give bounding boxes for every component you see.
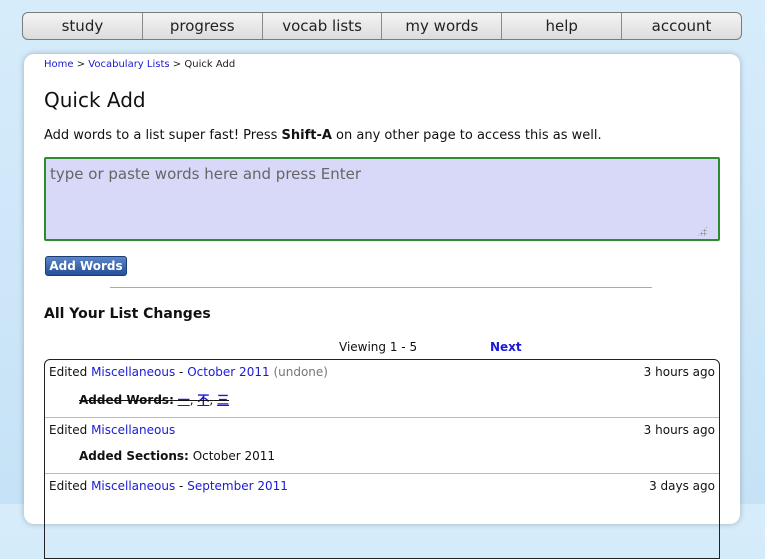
change-time: 3 days ago — [649, 479, 715, 493]
breadcrumb-home[interactable]: Home — [44, 59, 74, 70]
change-detail: Added Sections: October 2011 — [79, 449, 275, 463]
change-time: 3 hours ago — [643, 365, 715, 379]
change-action: Edited — [49, 423, 88, 437]
detail-label: Added Sections: — [79, 449, 189, 463]
nav-vocab-lists[interactable]: vocab lists — [263, 13, 383, 39]
quick-add-input[interactable] — [44, 157, 720, 241]
breadcrumb: Home > Vocabulary Lists > Quick Add — [44, 59, 235, 70]
breadcrumb-separator: > — [76, 59, 86, 70]
breadcrumb-separator: > — [172, 59, 182, 70]
section-link[interactable]: September 2011 — [187, 479, 288, 493]
nav-study[interactable]: study — [23, 13, 143, 39]
list-link[interactable]: Miscellaneous — [91, 423, 175, 437]
dash-separator: - — [179, 365, 184, 379]
list-link[interactable]: Miscellaneous — [91, 365, 175, 379]
main-nav: study progress vocab lists my words help… — [22, 12, 742, 40]
intro-text: Add words to a list super fast! Press Sh… — [44, 128, 602, 143]
detail-label: Added Words: — [79, 393, 174, 407]
change-action: Edited — [49, 365, 88, 379]
content-panel: Home > Vocabulary Lists > Quick Add Quic… — [24, 54, 740, 559]
page-title: Quick Add — [44, 88, 146, 112]
intro-text-end: on any other page to access this as well… — [331, 128, 602, 143]
change-action: Edited — [49, 479, 88, 493]
nav-my-words[interactable]: my words — [382, 13, 503, 39]
list-changes-title: All Your List Changes — [44, 306, 211, 322]
section-link[interactable]: October 2011 — [187, 365, 269, 379]
dash-separator: - — [179, 479, 184, 493]
word-link[interactable]: 不 — [197, 393, 209, 407]
list-link[interactable]: Miscellaneous — [91, 479, 175, 493]
nav-progress[interactable]: progress — [143, 13, 263, 39]
change-summary: Edited Miscellaneous - September 2011 — [49, 479, 288, 493]
word-separator: , — [189, 393, 194, 407]
word-separator: , — [209, 393, 214, 407]
undone-status: (undone) — [273, 365, 328, 379]
list-change-row: Edited Miscellaneous 3 hours ago Added S… — [45, 418, 719, 474]
list-change-row: Edited Miscellaneous - September 2011 3 … — [45, 474, 719, 534]
divider — [110, 287, 652, 288]
next-page-link[interactable]: Next — [490, 340, 522, 354]
nav-account[interactable]: account — [622, 13, 741, 39]
shortcut-key: Shift-A — [281, 128, 332, 143]
change-summary: Edited Miscellaneous - October 2011 (und… — [49, 365, 328, 379]
list-changes-table: Edited Miscellaneous - October 2011 (und… — [44, 359, 720, 559]
add-words-button[interactable]: Add Words — [45, 256, 127, 276]
nav-help[interactable]: help — [502, 13, 623, 39]
breadcrumb-current: Quick Add — [184, 59, 236, 70]
word-link[interactable]: 一 — [178, 393, 190, 407]
breadcrumb-vocabulary-lists[interactable]: Vocabulary Lists — [88, 59, 169, 70]
intro-text-start: Add words to a list super fast! Press — [44, 128, 282, 143]
pagination-status: Viewing 1 - 5 — [339, 340, 418, 354]
detail-value: October 2011 — [192, 449, 276, 463]
list-change-row: Edited Miscellaneous - October 2011 (und… — [45, 360, 719, 418]
change-time: 3 hours ago — [643, 423, 715, 437]
word-link[interactable]: 三 — [217, 393, 229, 407]
change-detail: Added Words: 一, 不, 三 — [79, 391, 229, 408]
change-summary: Edited Miscellaneous — [49, 423, 175, 437]
